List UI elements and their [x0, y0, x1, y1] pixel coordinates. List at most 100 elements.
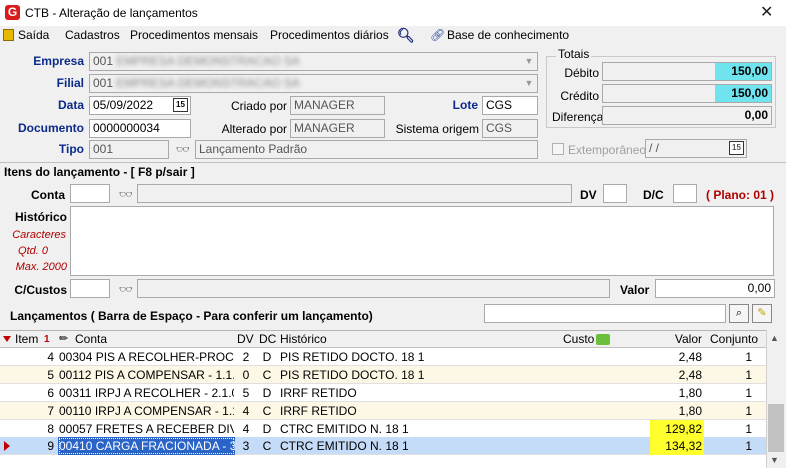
cell-item: 6: [47, 386, 54, 400]
table-row[interactable]: 5 00112 PIS A COMPENSAR - 1.1.0... 0 C P…: [0, 366, 766, 384]
sistema-origem-field: CGS: [482, 119, 538, 138]
menu-base-conhecimento[interactable]: Base de conhecimento: [447, 28, 569, 42]
dv-field[interactable]: [603, 184, 627, 203]
menu-cadastros[interactable]: Cadastros: [65, 28, 120, 42]
qtd-label: Qtd. 0: [18, 245, 48, 257]
table-row-selected[interactable]: 9 00410 CARGA FRACIONADA - 3.1... 3 C CT…: [0, 437, 766, 455]
plano-label: ( Plano: 01 ): [706, 188, 775, 202]
data-field[interactable]: 05/09/2022 15: [89, 96, 191, 115]
binoculars-icon[interactable]: 👓︎: [119, 283, 133, 296]
historico-textarea[interactable]: [70, 206, 774, 276]
debito-label: Débito: [564, 66, 599, 80]
cell-conta: 00057 FRETES A RECEBER DIV...: [59, 422, 234, 436]
money-icon: [596, 334, 610, 345]
dv-label: DV: [580, 188, 597, 202]
diferenca-label: Diferença: [552, 110, 604, 124]
cell-valor: 2,48: [678, 368, 702, 382]
scroll-up-icon[interactable]: ▲: [770, 333, 779, 343]
exit-door-icon[interactable]: [3, 29, 14, 41]
sort-order-icon[interactable]: 1: [44, 332, 50, 347]
empresa-code: 001: [93, 54, 114, 68]
menu-procedimentos-mensais[interactable]: Procedimentos mensais: [130, 28, 258, 42]
cell-item: 8: [47, 422, 54, 436]
dc-field[interactable]: [673, 184, 697, 203]
clear-eraser-icon[interactable]: ✎: [752, 304, 772, 323]
cell-custo: [560, 437, 592, 455]
filial-name: EMPRESA DEMONSTRACAO SA: [116, 76, 300, 90]
divider: [0, 162, 786, 163]
chevron-down-icon[interactable]: ▼: [523, 54, 535, 69]
data-label: Data: [57, 98, 84, 112]
lancamentos-search-field[interactable]: [484, 304, 726, 323]
chevron-down-icon[interactable]: ▼: [523, 76, 535, 91]
col-custo[interactable]: Custo: [563, 332, 594, 347]
edit-icon: ✏︎: [59, 333, 69, 345]
lote-label: Lote: [452, 98, 478, 112]
extemporaneo-date-field[interactable]: / / 15: [645, 139, 747, 158]
alterado-por-field: MANAGER: [290, 119, 385, 138]
search-button-icon[interactable]: ⌕: [729, 304, 749, 323]
cell-dc: D: [262, 350, 272, 364]
link-icon[interactable]: 🔗︎: [430, 28, 445, 42]
tipo-field[interactable]: 001: [89, 140, 169, 159]
cell-conta: 00112 PIS A COMPENSAR - 1.1.0...: [59, 368, 234, 382]
col-item[interactable]: Item: [15, 332, 38, 347]
table-row[interactable]: 6 00311 IRPJ A RECOLHER - 2.1.0... 5 D I…: [0, 384, 766, 402]
cell-item: 5: [47, 368, 54, 382]
ccustos-field[interactable]: [70, 279, 110, 298]
documento-field[interactable]: 0000000034: [89, 119, 191, 138]
cell-item: 4: [47, 350, 54, 364]
sort-arrow-icon[interactable]: [3, 336, 11, 342]
binoculars-icon[interactable]: 👓︎: [176, 143, 190, 156]
scroll-down-icon[interactable]: ▼: [770, 455, 779, 465]
cell-dc: D: [262, 422, 272, 436]
extemporaneo-checkbox[interactable]: [552, 143, 564, 155]
conta-field[interactable]: [70, 184, 110, 203]
cell-valor: 1,80: [678, 386, 702, 400]
calendar-icon[interactable]: 15: [173, 98, 188, 112]
col-conjunto[interactable]: Conjunto: [710, 332, 758, 347]
empresa-select[interactable]: 001 EMPRESA DEMONSTRACAO SA ▼: [89, 52, 538, 71]
cell-dv: 4: [242, 404, 250, 418]
cell-dv: 0: [242, 368, 250, 382]
valor-field[interactable]: 0,00: [655, 279, 775, 298]
lote-field[interactable]: CGS: [482, 96, 538, 115]
cell-conta[interactable]: 00410 CARGA FRACIONADA - 3.1...: [58, 437, 235, 455]
cell-conta: 00110 IRPJ A COMPENSAR - 1.1....: [59, 404, 234, 418]
col-historico[interactable]: Histórico: [280, 332, 327, 347]
menu-saida[interactable]: Saída: [18, 28, 49, 42]
col-dv[interactable]: DV: [237, 332, 254, 347]
cell-valor: 134,32: [650, 437, 704, 455]
cell-historico: CTRC EMITIDO N. 18 1: [280, 439, 409, 453]
tipo-label: Tipo: [58, 142, 84, 156]
valor-label: Valor: [620, 283, 650, 297]
cell-custo: [560, 402, 592, 420]
table-row[interactable]: 7 00110 IRPJ A COMPENSAR - 1.1.... 4 C I…: [0, 402, 766, 420]
calendar-icon[interactable]: 15: [729, 141, 744, 155]
conta-label: Conta: [31, 188, 65, 202]
col-valor[interactable]: Valor: [640, 332, 702, 347]
debito-field: 150,00: [602, 62, 772, 81]
max-label: Max. 2000: [15, 261, 67, 273]
cell-custo: [560, 348, 592, 366]
empresa-label: Empresa: [33, 54, 84, 68]
binoculars-icon[interactable]: 👓︎: [119, 188, 133, 201]
historico-label: Histórico: [14, 210, 67, 224]
table-row[interactable]: 8 00057 FRETES A RECEBER DIV... 4 D CTRC…: [0, 420, 766, 438]
table-row[interactable]: 4 00304 PIS A RECOLHER-PROC.1... 2 D PIS…: [0, 348, 766, 366]
cell-dc: D: [262, 386, 272, 400]
col-conta[interactable]: Conta: [75, 332, 107, 347]
cell-conjunto: 1: [745, 404, 752, 418]
search-icon[interactable]: 🔍︎: [397, 27, 415, 44]
close-icon[interactable]: ✕: [760, 2, 773, 22]
cell-historico: CTRC EMITIDO N. 18 1: [280, 422, 409, 436]
col-dc[interactable]: DC: [259, 332, 276, 347]
cell-historico: IRRF RETIDO: [280, 386, 357, 400]
scrollbar-thumb[interactable]: [768, 404, 784, 452]
menu-procedimentos-diarios[interactable]: Procedimentos diários: [270, 28, 389, 42]
filial-select[interactable]: 001 EMPRESA DEMONSTRACAO SA ▼: [89, 74, 538, 93]
criado-por-label: Criado por: [230, 99, 287, 113]
ccustos-label: C/Custos: [14, 283, 67, 297]
credito-value: 150,00: [731, 86, 768, 100]
app-logo-icon: G: [5, 5, 20, 20]
